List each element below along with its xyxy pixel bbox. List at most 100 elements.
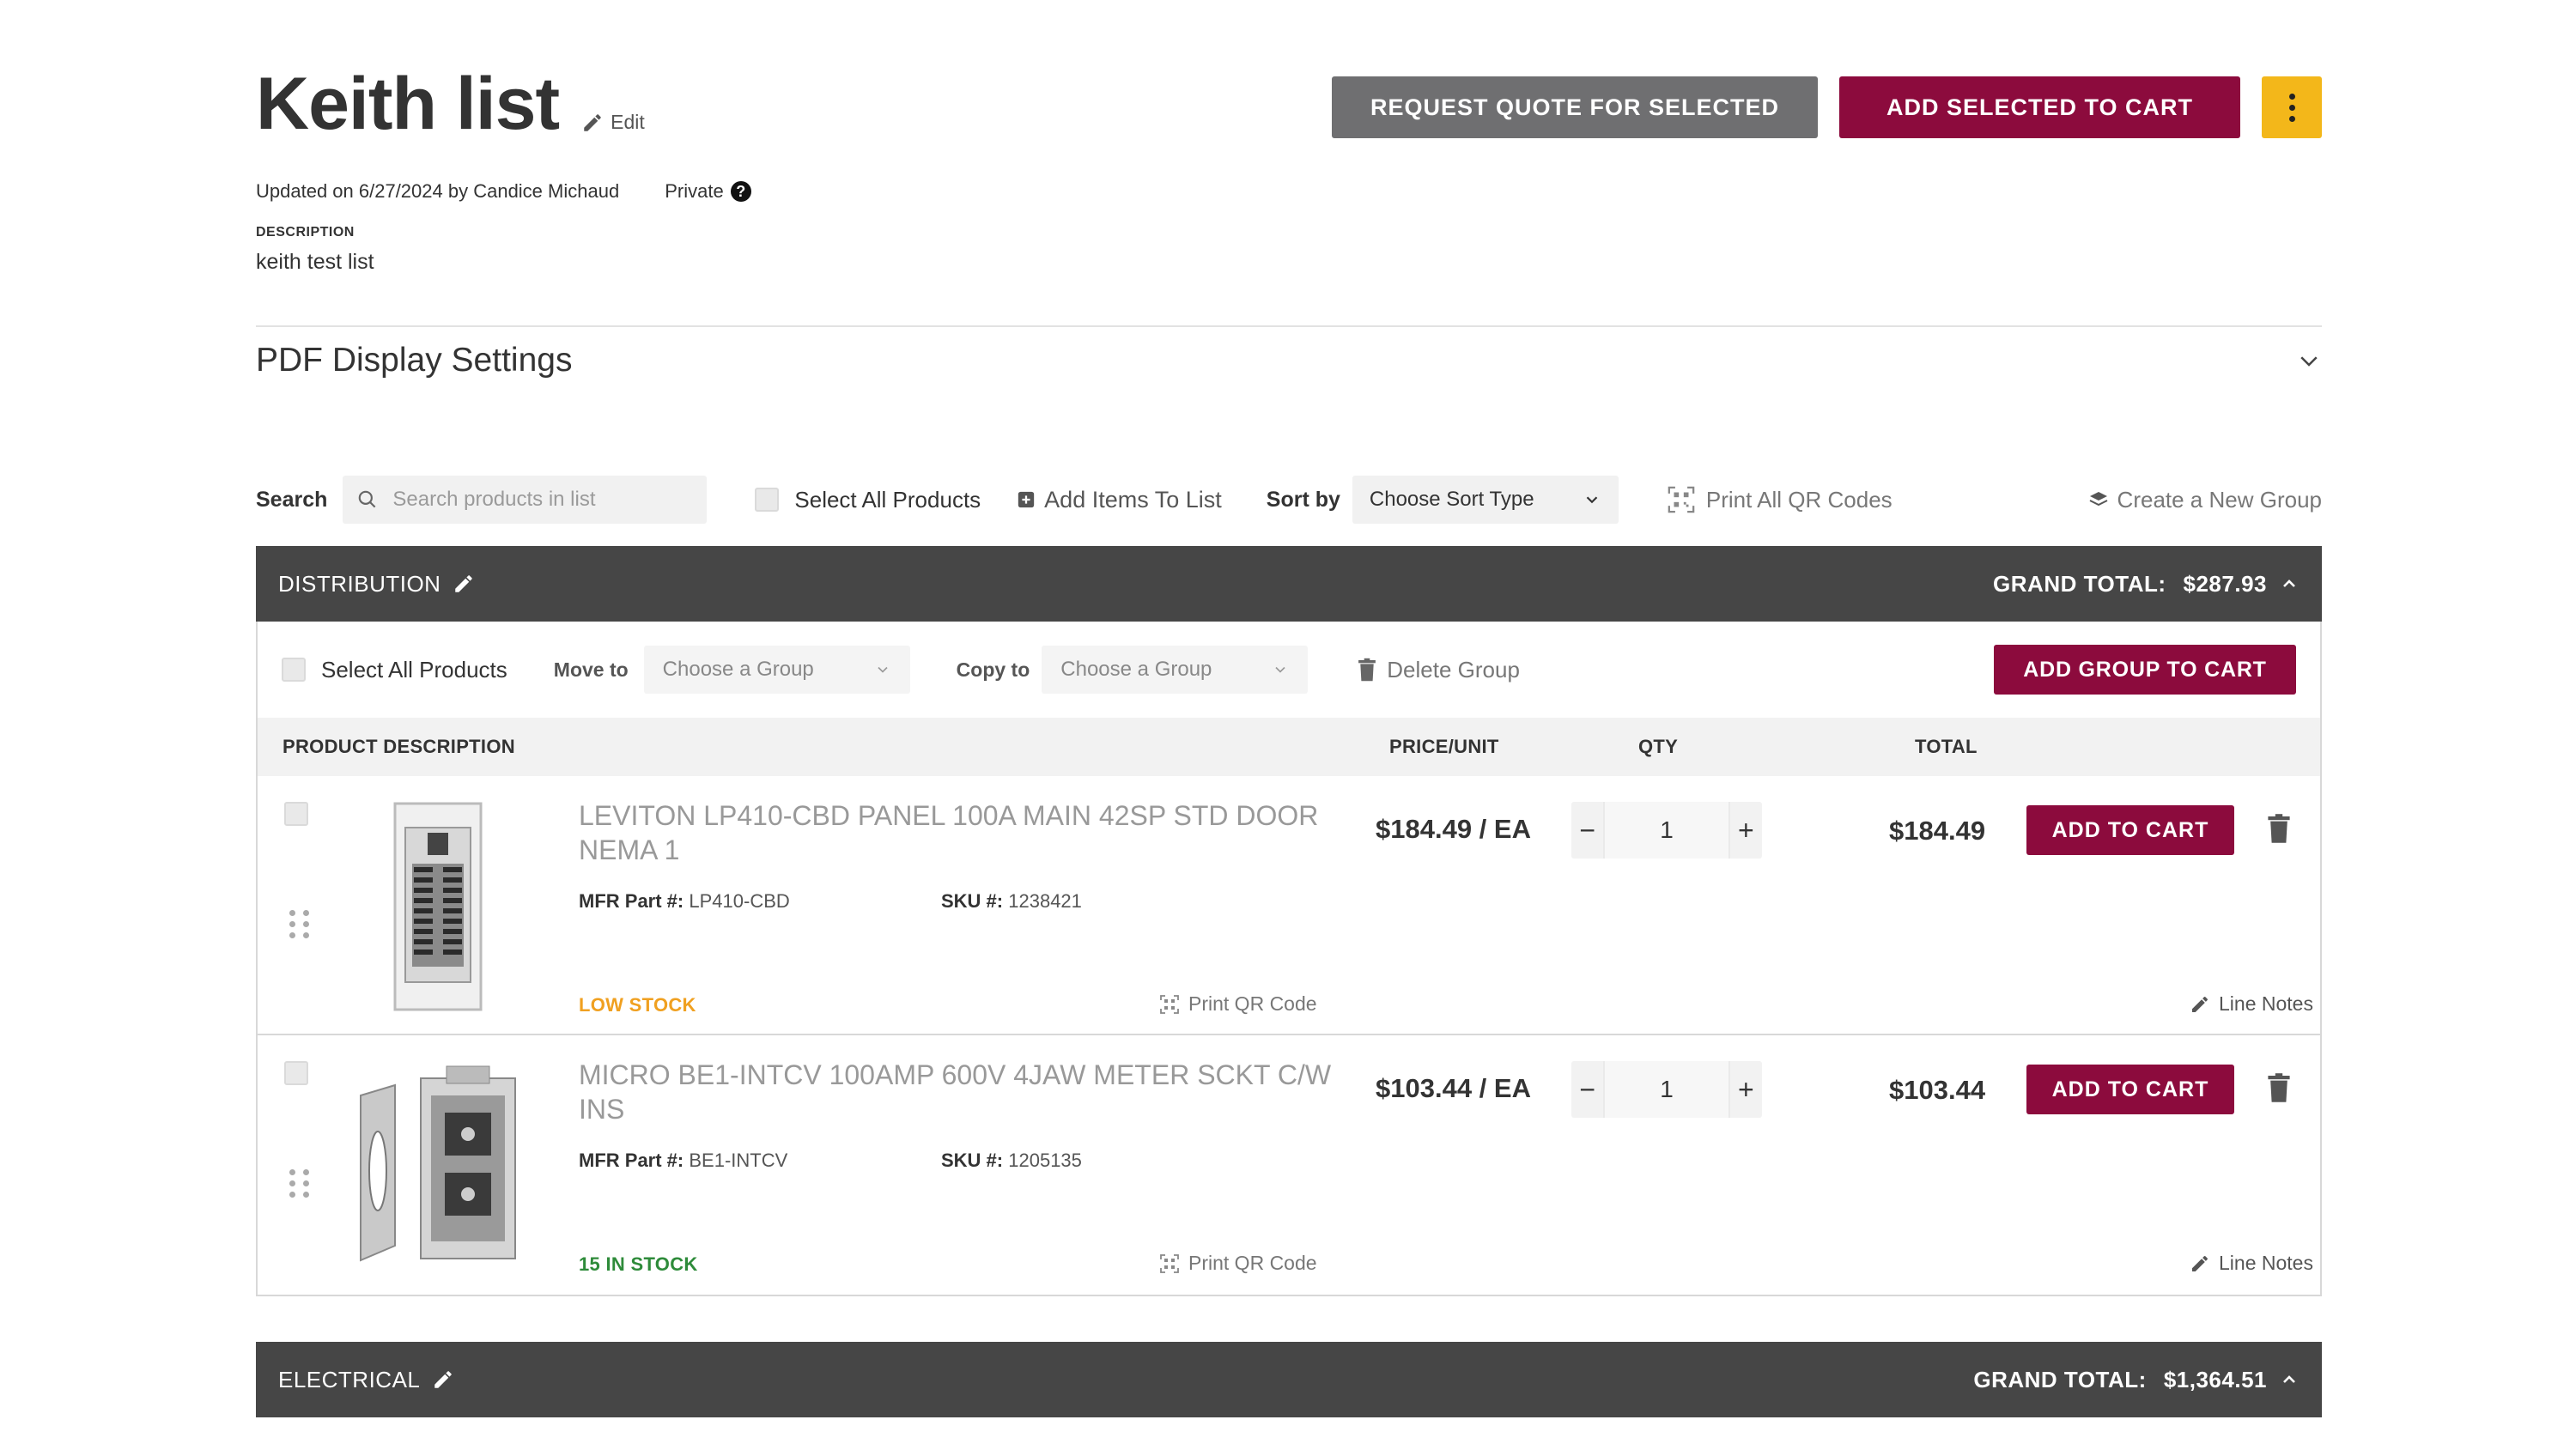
product-image-panel[interactable]	[352, 802, 524, 1012]
group-header: DISTRIBUTION GRAND TOTAL: $287.93	[256, 546, 2322, 622]
chevron-up-icon	[2283, 1375, 2295, 1383]
col-price-unit: PRICE/UNIT	[1389, 736, 1499, 757]
select-all-products[interactable]: Select All Products	[755, 487, 981, 513]
unit-price: $103.44 / EA	[1376, 1073, 1531, 1103]
description-label: DESCRIPTION	[256, 225, 355, 240]
sku: SKU #: 1238421	[941, 890, 1082, 912]
quantity-input[interactable]: 1	[1603, 802, 1730, 859]
line-total: $103.44	[1889, 1075, 1986, 1105]
print-qr-button[interactable]: Print QR Code	[1159, 1252, 1317, 1275]
sort-label: Sort by	[1266, 487, 1340, 512]
edit-title-link[interactable]: Edit	[581, 111, 645, 134]
add-to-cart-button[interactable]: ADD TO CART	[2026, 1065, 2234, 1114]
group-total[interactable]: GRAND TOTAL: $287.93	[1993, 571, 2300, 598]
grand-total-label: GRAND TOTAL:	[1993, 570, 2166, 597]
group-select-all-label: Select All Products	[321, 656, 507, 683]
copy-to-select[interactable]: Choose a Group	[1042, 646, 1309, 694]
move-to-select[interactable]: Choose a Group	[643, 646, 910, 694]
row-checkbox[interactable]	[284, 802, 308, 826]
chevron-down-icon	[1586, 496, 1598, 504]
product-image-meter-socket[interactable]	[352, 1061, 524, 1271]
grand-total-value: $1,364.51	[2163, 1366, 2267, 1392]
group-actions: Select All Products Move to Choose a Gro…	[258, 622, 2320, 718]
product-name-link[interactable]: MICRO BE1-INTCV 100AMP 600V 4JAW METER S…	[579, 1058, 1334, 1126]
page-title: Keith list	[256, 63, 560, 145]
group-distribution: DISTRIBUTION GRAND TOTAL: $287.93 Select…	[256, 546, 2322, 1296]
delete-group-button[interactable]: Delete Group	[1358, 657, 1520, 683]
add-items-button[interactable]: Add Items To List	[1017, 487, 1222, 513]
add-group-to-cart-button[interactable]: ADD GROUP TO CART	[1994, 645, 2296, 695]
sort-value: Choose Sort Type	[1369, 488, 1534, 511]
more-options-button[interactable]	[2262, 76, 2322, 138]
search-icon	[359, 490, 376, 508]
group-total[interactable]: GRAND TOTAL: $1,364.51	[1973, 1367, 2300, 1393]
decrement-button[interactable]: −	[1571, 1061, 1603, 1118]
plus-square-icon	[1018, 491, 1035, 508]
group-select-all-checkbox[interactable]	[282, 658, 306, 682]
add-to-cart-button[interactable]: ADD TO CART	[2026, 805, 2234, 855]
print-all-label: Print All QR Codes	[1705, 486, 1893, 513]
page: Keith list Edit REQUEST QUOTE FOR SELECT…	[0, 0, 2576, 1444]
meta-row: Updated on 6/27/2024 by Candice Michaud …	[256, 180, 751, 203]
qr-code-icon	[1160, 1253, 1179, 1273]
create-group-button[interactable]: Create a New Group	[2088, 487, 2322, 513]
increment-button[interactable]: +	[1730, 1061, 1762, 1118]
stock-status: LOW STOCK	[579, 994, 696, 1016]
pencil-icon	[2192, 996, 2208, 1012]
request-quote-button[interactable]: REQUEST QUOTE FOR SELECTED	[1332, 76, 1818, 138]
select-all-checkbox[interactable]	[755, 488, 780, 512]
add-selected-to-cart-button[interactable]: ADD SELECTED TO CART	[1839, 76, 2240, 138]
pencil-icon	[584, 113, 601, 131]
group-name: ELECTRICAL	[278, 1366, 421, 1392]
search-label: Search	[256, 487, 328, 512]
print-all-qr-button[interactable]: Print All QR Codes	[1667, 485, 1893, 514]
print-qr-label: Print QR Code	[1188, 1252, 1317, 1274]
privacy-label: Private	[665, 180, 724, 202]
line-notes-label: Line Notes	[2219, 992, 2313, 1015]
select-all-label: Select All Products	[794, 486, 981, 513]
pencil-icon[interactable]	[453, 573, 475, 595]
row-checkbox[interactable]	[284, 1061, 308, 1085]
copy-to-value: Choose a Group	[1060, 658, 1212, 681]
group-title: ELECTRICAL	[278, 1367, 454, 1393]
line-notes-button[interactable]: Line Notes	[2190, 1252, 2313, 1275]
grand-total-value: $287.93	[2183, 570, 2267, 597]
qr-code-icon	[1160, 994, 1179, 1014]
pencil-icon[interactable]	[432, 1368, 454, 1391]
quantity-input[interactable]: 1	[1603, 1061, 1730, 1118]
chevron-up-icon	[2283, 579, 2295, 587]
product-name-link[interactable]: LEVITON LP410-CBD PANEL 100A MAIN 42SP S…	[579, 798, 1334, 867]
increment-button[interactable]: +	[1730, 802, 1762, 859]
print-qr-label: Print QR Code	[1188, 992, 1317, 1015]
privacy-status: Private ?	[665, 180, 751, 203]
sort-select[interactable]: Choose Sort Type	[1352, 476, 1619, 524]
line-notes-button[interactable]: Line Notes	[2190, 992, 2313, 1016]
drag-handle-icon[interactable]	[289, 910, 310, 938]
help-icon[interactable]: ?	[730, 181, 751, 202]
print-qr-button[interactable]: Print QR Code	[1159, 992, 1317, 1016]
trash-icon[interactable]	[2267, 814, 2291, 843]
grand-total-label: GRAND TOTAL:	[1973, 1366, 2147, 1392]
delete-group-label: Delete Group	[1387, 656, 1520, 683]
group-name: DISTRIBUTION	[278, 570, 441, 597]
decrement-button[interactable]: −	[1571, 802, 1603, 859]
move-to-value: Choose a Group	[662, 658, 814, 681]
pdf-display-settings-toggle[interactable]: PDF Display Settings	[256, 342, 2322, 379]
pdf-settings-title: PDF Display Settings	[256, 342, 573, 379]
group-title: DISTRIBUTION	[278, 571, 475, 598]
stock-status: 15 IN STOCK	[579, 1253, 698, 1275]
chevron-down-icon	[2300, 356, 2318, 367]
title-row: Keith list Edit	[256, 67, 645, 141]
create-group-label: Create a New Group	[2117, 486, 2322, 513]
group-select-all[interactable]: Select All Products	[282, 657, 507, 683]
divider	[256, 325, 2322, 327]
search-input[interactable]	[391, 487, 687, 513]
quantity-stepper: − 1 +	[1571, 1061, 1762, 1118]
drag-handle-icon[interactable]	[289, 1169, 310, 1198]
group-electrical: ELECTRICAL GRAND TOTAL: $1,364.51	[256, 1342, 2322, 1417]
quantity-stepper: − 1 +	[1571, 802, 1762, 859]
trash-icon[interactable]	[2267, 1073, 2291, 1102]
unit-price: $184.49 / EA	[1376, 814, 1531, 844]
pencil-icon	[2192, 1255, 2208, 1271]
trash-icon	[1358, 658, 1376, 682]
